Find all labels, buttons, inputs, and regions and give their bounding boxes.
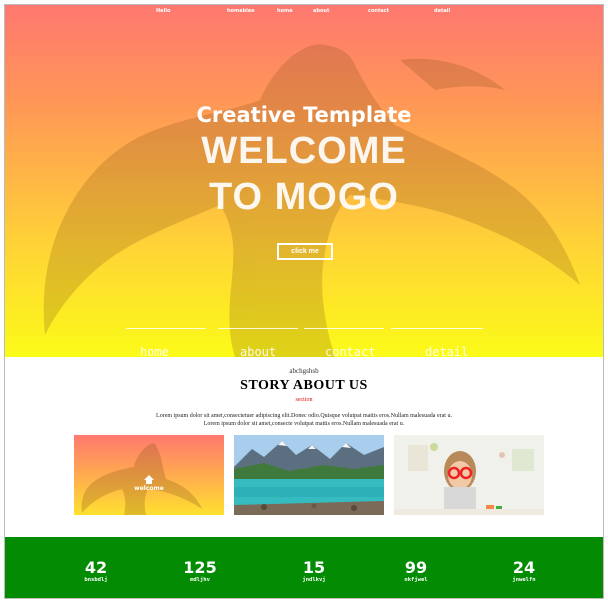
stat-label: bnsbdlj bbox=[84, 577, 108, 583]
nav-divider-home bbox=[126, 328, 206, 329]
section-nav-home[interactable]: home bbox=[140, 345, 169, 357]
stat-item: 125 mdljhv bbox=[160, 559, 240, 584]
section-nav-about[interactable]: about bbox=[240, 345, 276, 357]
gallery-welcome-label: welcome bbox=[134, 485, 164, 492]
stat-item: 99 nkfjwel bbox=[376, 559, 456, 584]
story-body-line2: Lorem ipsum dolor sit amet,consecte volu… bbox=[203, 421, 405, 427]
stat-label: mdljhv bbox=[190, 577, 210, 583]
section-nav-detail[interactable]: detail bbox=[425, 345, 468, 357]
stats-bar: 42 bnsbdlj 125 mdljhv 15 jndlkvj 99 nkfj… bbox=[5, 537, 603, 598]
gallery-welcome-tile[interactable]: welcome bbox=[74, 435, 224, 515]
top-nav-hello[interactable]: Hello bbox=[156, 8, 170, 14]
mountain-lake-image bbox=[234, 435, 384, 515]
hero-title-line1: WELCOME bbox=[201, 130, 407, 172]
top-nav-about[interactable]: about bbox=[313, 8, 329, 14]
gallery-mountain-lake-tile[interactable] bbox=[234, 435, 384, 515]
stat-value: 125 bbox=[183, 558, 217, 577]
story-body: Lorem ipsum dolor sit amet,consectetuer … bbox=[65, 412, 543, 428]
girl-with-glasses-image bbox=[394, 435, 544, 515]
gallery-girl-glasses-tile[interactable] bbox=[394, 435, 544, 515]
stat-item: 42 bnsbdlj bbox=[56, 559, 136, 584]
nav-divider-contact bbox=[304, 328, 384, 329]
hero-subtitle: Creative Template bbox=[196, 103, 412, 127]
story-kicker: abchgshsb bbox=[289, 367, 319, 375]
story-section: abchgshsb STORY ABOUT US section Lorem i… bbox=[5, 357, 603, 537]
stat-value: 99 bbox=[404, 558, 428, 577]
stat-label: jndlkvj bbox=[302, 577, 326, 583]
section-nav-contact[interactable]: contact bbox=[325, 345, 376, 357]
stat-value: 24 bbox=[512, 558, 536, 577]
story-body-line1: Lorem ipsum dolor sit amet,consectetuer … bbox=[156, 413, 452, 419]
eagle-thumbnail-image bbox=[81, 443, 202, 515]
story-section-label: section bbox=[295, 397, 313, 403]
story-title: STORY ABOUT US bbox=[240, 378, 368, 393]
nav-divider-about bbox=[218, 328, 298, 329]
stat-item: 15 jndlkvj bbox=[274, 559, 354, 584]
click-me-button[interactable]: click me bbox=[277, 243, 333, 260]
hero-title-line2: TO MOGO bbox=[209, 176, 399, 218]
top-nav-detail[interactable]: detail bbox=[434, 8, 450, 14]
stat-value: 15 bbox=[302, 558, 326, 577]
top-nav-home[interactable]: home bbox=[277, 8, 293, 14]
top-navigation: Hello homeblee home about contact detail bbox=[5, 8, 603, 18]
stat-value: 42 bbox=[84, 558, 108, 577]
stat-label: nkfjwel bbox=[404, 577, 428, 583]
hero-banner: Hello homeblee home about contact detail… bbox=[5, 5, 603, 357]
nav-divider-detail bbox=[391, 328, 483, 329]
stat-label: jnwelfn bbox=[512, 577, 536, 583]
page-frame: Hello homeblee home about contact detail… bbox=[4, 4, 604, 599]
stat-item: 24 jnwelfn bbox=[484, 559, 564, 584]
top-nav-homeblee[interactable]: homeblee bbox=[227, 8, 255, 14]
top-nav-contact[interactable]: contact bbox=[368, 8, 389, 14]
